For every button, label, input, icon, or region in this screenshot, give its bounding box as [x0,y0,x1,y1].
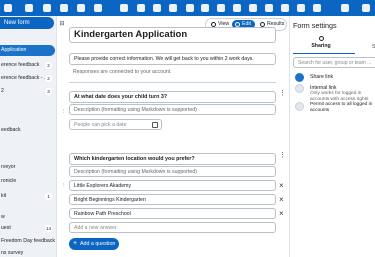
internal-link-row[interactable]: Internal link Only works for logged in a… [293,84,375,102]
circle-icon[interactable] [217,4,225,12]
forms-icon[interactable] [169,4,177,12]
sidebar-item[interactable]: ns survey [0,248,55,257]
question-description-input[interactable]: Description (formatting using Markdown i… [69,166,276,177]
sidebar-item-label: 2 [1,88,4,94]
question-menu-icon[interactable]: ⋮ [279,152,286,159]
notes-icon[interactable] [233,4,241,12]
sidebar-item[interactable]: kit 1 [0,191,55,202]
sidebar-item-label: rveyor [1,164,16,170]
settings-icon[interactable] [362,4,370,12]
sidebar-item[interactable]: eedback [0,125,55,136]
sidebar-item[interactable]: ronicle [0,176,55,187]
map-icon[interactable] [249,4,257,12]
new-form-button[interactable]: New form [0,17,54,29]
edit-icon[interactable] [120,4,128,12]
share-link-row[interactable]: Share link [293,73,375,83]
table-icon[interactable] [186,4,194,12]
top-navigation-bar [0,0,375,16]
link-icon [295,73,304,82]
sidebar-item-label: kit [1,193,7,199]
active-tab-indicator [293,53,355,54]
remove-option-icon[interactable]: × [279,196,284,204]
answer-option-input[interactable]: Rainbow Path Preschool [69,208,276,219]
sidebar-item-label: Freedom Day feedback [1,238,55,244]
forms-sidebar: New form Application erence feedback 2 er… [0,16,57,257]
plus-icon: + [73,240,78,247]
remove-option-icon[interactable]: × [279,210,284,218]
sidebar-item[interactable] [0,142,55,153]
mail-icon[interactable] [25,4,33,12]
form-editor: ⊟ View Edit Results Kindergarten Applica… [57,16,289,257]
sidebar-item[interactable]: Freedom Day feedback [0,236,55,247]
internal-link-description: Only works for logged in accounts with a… [310,91,369,102]
group-icon [295,102,304,111]
question-title-input[interactable]: Which kindergarten location would you pr… [69,153,276,165]
sidebar-item[interactable]: w [0,212,55,223]
add-question-button[interactable]: + Add a question [69,238,119,250]
folder-icon[interactable] [43,4,51,12]
form-description-input[interactable]: Please provide correct information. We w… [69,53,276,65]
question-menu-icon[interactable]: ⋮ [279,90,286,97]
sidebar-item-label: erence feedback - ... [1,75,49,81]
share-search-input[interactable]: Search for user, group or team ... [293,57,375,68]
search-icon[interactable] [341,4,349,12]
add-answer-input[interactable]: Add a new answer [69,222,276,233]
question-title-input[interactable]: At what date does your child turn 3? [69,91,276,103]
count-badge: 1 [45,193,52,200]
dashboard-icon[interactable] [265,4,273,12]
image-icon[interactable] [60,4,68,12]
contacts-icon[interactable] [77,4,85,12]
user-icon[interactable] [313,4,321,12]
sidebar-item-label: Application [1,47,27,53]
calendar-icon[interactable] [94,4,102,12]
divider [69,82,276,83]
form-settings-panel: Form settings Sharing S Search for user,… [289,16,375,257]
answer-option-input[interactable]: Little Explorers Akademy [69,180,276,191]
sidebar-item[interactable] [0,100,55,111]
count-badge: 2 [45,75,52,82]
app-icon[interactable] [4,4,12,12]
sidebar-item[interactable]: uest 14 [0,223,55,234]
deck-icon[interactable] [137,4,145,12]
account-note: Responses are connected to your account. [73,69,172,75]
sidebar-item-label: erence feedback [1,62,40,68]
tab-label: Sharing [311,43,331,49]
remove-option-icon[interactable]: × [279,182,284,190]
new-form-label: New form [4,20,30,26]
permit-access-row[interactable]: Permit access to all logged in accounts [293,102,375,118]
tab-sharing[interactable]: Sharing [306,36,336,52]
share-link-label: Share link [310,74,334,80]
date-picker-input[interactable]: People can pick a date [69,119,162,130]
more-icon[interactable] [201,4,209,12]
question-description-input[interactable]: Description (formatting using Markdown i… [69,104,276,115]
sidebar-item-label: uest [1,225,11,231]
add-question-label: Add a question [80,241,116,247]
sidebar-item[interactable]: rveyor [0,162,55,173]
sidebar-item-label: ronicle [1,178,17,184]
activity-icon[interactable] [153,4,161,12]
files-icon[interactable] [281,4,289,12]
bell-icon[interactable] [297,4,305,12]
link-icon [295,84,304,93]
count-badge: 2 [45,62,52,69]
sidebar-item-label: w [1,214,5,220]
count-badge: 14 [44,225,52,232]
sidebar-item[interactable]: erence feedback - ... 2 [0,73,55,84]
sidebar-item[interactable]: Application [0,45,55,56]
date-placeholder: People can pick a date [74,122,127,128]
panel-title: Form settings [293,21,337,30]
sidebar-item[interactable]: erence feedback 2 [0,60,55,71]
permit-access-label: Permit access to all logged in accounts [310,102,373,113]
form-title-input[interactable]: Kindergarten Application [69,27,276,43]
share-icon [318,36,324,41]
sidebar-item-label: ns survey [1,250,24,256]
answer-option-input[interactable]: Bright Beginnings Kindergarten [69,194,276,205]
count-badge: 3 [45,88,52,95]
sidebar-item[interactable]: 23 [0,86,55,97]
sidebar-item-label: eedback [1,127,21,133]
sidebar-toggle-button[interactable]: ⊟ [57,18,67,30]
calendar-icon[interactable] [152,122,158,128]
